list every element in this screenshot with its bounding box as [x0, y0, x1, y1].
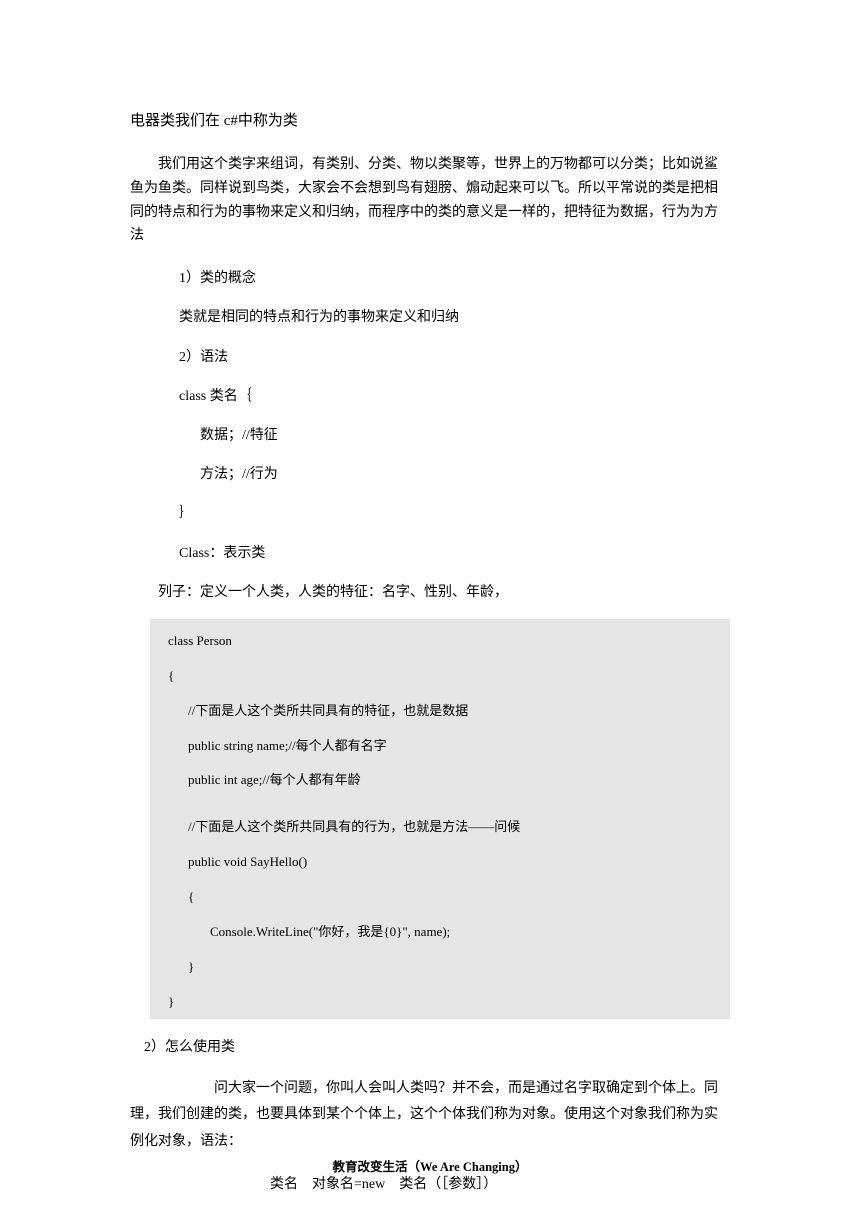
code-block-wrapper: class Person { //下面是人这个类所共同具有的特征，也就是数据 p…	[130, 619, 730, 1019]
example-intro: 列子：定义一个人类，人类的特征：名字、性别、年龄，	[130, 580, 730, 605]
code-line: }	[168, 994, 712, 1011]
syntax-open: class 类名｛	[130, 384, 730, 409]
code-line: //下面是人这个类所共同具有的行为，也就是方法——问候	[168, 819, 712, 836]
section1-label: 1）类的概念	[130, 266, 730, 291]
code-line: //下面是人这个类所共同具有的特征，也就是数据	[168, 703, 712, 720]
code-line: {	[168, 668, 712, 685]
section1-content: 类就是相同的特点和行为的事物来定义和归纳	[130, 305, 730, 330]
section2-label: 2）语法	[130, 345, 730, 370]
syntax-method: 方法；//行为	[130, 462, 730, 487]
code-line: class Person	[168, 633, 712, 650]
code-line: }	[168, 959, 712, 976]
code-line: Console.WriteLine("你好，我是{0}", name);	[168, 924, 712, 941]
intro-paragraph: 我们用这个类字来组词，有类别、分类、物以类聚等，世界上的万物都可以分类；比如说鲨…	[130, 153, 730, 248]
code-line: {	[168, 889, 712, 906]
class-desc: Class：表示类	[130, 541, 730, 566]
footer: 教育改变生活（We Are Changing）	[0, 1156, 860, 1179]
syntax-close: ｝	[130, 501, 730, 526]
code-line: public int age;//每个人都有年龄	[168, 772, 712, 789]
code-block: class Person { //下面是人这个类所共同具有的特征，也就是数据 p…	[150, 619, 730, 1019]
code-line: public string name;//每个人都有名字	[168, 738, 712, 755]
usage-label: 2）怎么使用类	[130, 1035, 730, 1060]
code-line: public void SayHello()	[168, 854, 712, 871]
usage-paragraph: 问大家一个问题，你叫人会叫人类吗？并不会，而是通过名字取确定到个体上。同理，我们…	[130, 1076, 730, 1156]
syntax-data: 数据；//特征	[130, 423, 730, 448]
page-content: 电器类我们在 c#中称为类 我们用这个类字来组词，有类别、分类、物以类聚等，世界…	[0, 0, 860, 1197]
page-title: 电器类我们在 c#中称为类	[130, 108, 730, 135]
